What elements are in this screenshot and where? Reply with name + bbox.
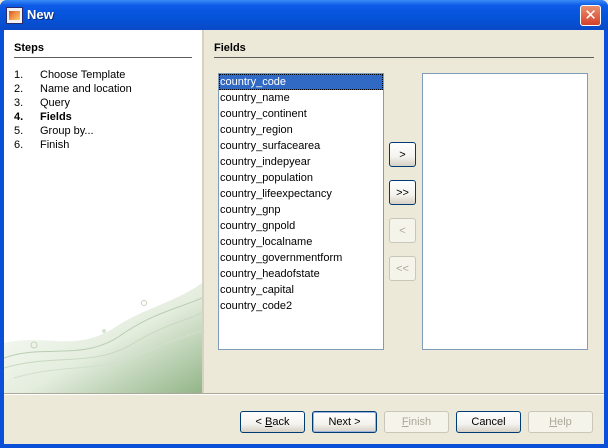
field-list-item[interactable]: country_code [219, 74, 383, 90]
title-bar[interactable]: New ✕ [0, 0, 608, 30]
close-button[interactable]: ✕ [580, 5, 601, 26]
field-list-item[interactable]: country_gnp [219, 202, 383, 218]
field-list-item[interactable]: country_region [219, 122, 383, 138]
step-label: Finish [40, 139, 70, 151]
step-item: 4. Fields [14, 110, 194, 124]
cancel-button[interactable]: Cancel [456, 411, 521, 433]
finish-button[interactable]: Finish [384, 411, 449, 433]
step-number: 1. [14, 69, 24, 81]
step-label: Query [40, 97, 70, 109]
step-number: 5. [14, 125, 24, 137]
fields-rule [214, 57, 594, 58]
step-item: 5. Group by... [14, 124, 194, 138]
help-button[interactable]: Help [528, 411, 593, 433]
steps-rule [14, 57, 192, 58]
step-item: 6. Finish [14, 138, 194, 152]
back-button[interactable]: < Back [240, 411, 305, 433]
panel-divider [202, 30, 204, 393]
steps-panel: Steps 1. Choose Template 2. Name and locati… [4, 30, 202, 393]
field-list-item[interactable]: country_gnpold [219, 218, 383, 234]
field-list-item[interactable]: country_surfacearea [219, 138, 383, 154]
field-list-item[interactable]: country_indepyear [219, 154, 383, 170]
field-list-item[interactable]: country_localname [219, 234, 383, 250]
add-field-button[interactable]: > [389, 142, 416, 167]
remove-field-button[interactable]: < [389, 218, 416, 243]
step-label: Name and location [40, 83, 132, 95]
step-label: Choose Template [40, 69, 126, 81]
step-item: 3. Query [14, 96, 194, 110]
step-item: 1. Choose Template [14, 68, 194, 82]
field-list-item[interactable]: country_population [219, 170, 383, 186]
dialog-window: New ✕ Steps 1. Choose Template 2. Name and … [0, 0, 608, 448]
step-number: 6. [14, 139, 24, 151]
steps-heading: Steps [14, 42, 44, 54]
step-number: 4. [14, 111, 24, 123]
selected-fields-list[interactable] [422, 73, 588, 350]
next-button[interactable]: Next > [312, 411, 377, 433]
finish-label-mnemonic: F [401, 416, 409, 428]
back-label-pre: < [255, 416, 265, 428]
available-fields-list[interactable]: country_code country_name country_continen… [218, 73, 384, 350]
dialog-body: Steps 1. Choose Template 2. Name and locati… [4, 30, 604, 444]
decorative-swirl-graphic [4, 283, 202, 393]
finish-label-post: inish [408, 416, 432, 428]
help-label-post: elp [557, 416, 572, 428]
add-all-fields-button[interactable]: >> [389, 180, 416, 205]
app-icon [6, 7, 23, 24]
step-number: 3. [14, 97, 24, 109]
remove-all-fields-button[interactable]: << [389, 256, 416, 281]
footer-divider [4, 393, 604, 395]
field-list-item[interactable]: country_name [219, 90, 383, 106]
back-label-post: ack [272, 416, 290, 428]
help-label-mnemonic: H [549, 416, 558, 428]
field-list-item[interactable]: country_continent [219, 106, 383, 122]
field-list-item[interactable]: country_lifeexpectancy [219, 186, 383, 202]
field-list-item[interactable]: country_governmentform [219, 250, 383, 266]
field-list-item[interactable]: country_code2 [219, 298, 383, 314]
field-list-item[interactable]: country_headofstate [219, 266, 383, 282]
steps-list: 1. Choose Template 2. Name and location 3. Qu… [14, 68, 194, 152]
step-label: Fields [40, 111, 72, 123]
step-item: 2. Name and location [14, 82, 194, 96]
window-title: New [27, 7, 54, 22]
step-number: 2. [14, 83, 24, 95]
fields-heading: Fields [214, 42, 246, 54]
field-list-item[interactable]: country_capital [219, 282, 383, 298]
step-label: Group by... [40, 125, 94, 137]
